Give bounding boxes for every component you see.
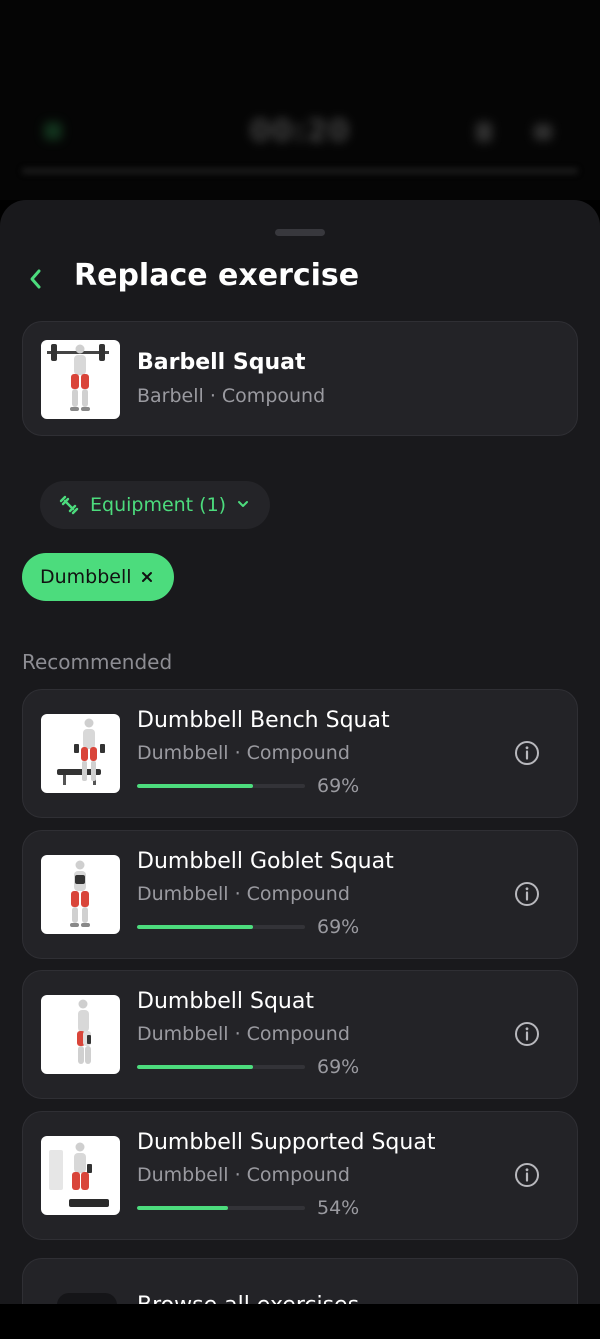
exercise-meta: Dumbbell · Compound bbox=[137, 742, 350, 764]
match-percentage: 69% bbox=[317, 916, 360, 938]
filter-chip-label: Dumbbell bbox=[40, 566, 132, 588]
match-progress-fill bbox=[137, 1065, 253, 1069]
browse-icon bbox=[57, 1293, 117, 1304]
match-percentage: 69% bbox=[317, 1056, 360, 1078]
equipment-filter-button[interactable]: Equipment (1) bbox=[40, 481, 271, 529]
match-progress-fill bbox=[137, 1206, 228, 1210]
equipment-filter-label: Equipment (1) bbox=[90, 494, 227, 516]
browse-all-label: Browse all exercises bbox=[137, 1293, 359, 1304]
exercise-list-item[interactable]: Dumbbell Goblet Squat Dumbbell · Compoun… bbox=[22, 830, 578, 959]
sheet-title: Replace exercise bbox=[74, 258, 360, 293]
exercise-thumbnail bbox=[41, 714, 120, 793]
dumbbell-icon bbox=[59, 495, 79, 515]
info-circle-icon[interactable] bbox=[514, 881, 540, 907]
exercise-list-item[interactable]: Dumbbell Bench Squat Dumbbell · Compound… bbox=[22, 689, 578, 818]
exercise-name: Dumbbell Supported Squat bbox=[137, 1130, 436, 1155]
exercise-name: Dumbbell Bench Squat bbox=[137, 708, 390, 733]
chevron-down-icon bbox=[238, 501, 249, 507]
exercise-name: Dumbbell Goblet Squat bbox=[137, 849, 394, 874]
exercise-meta: Barbell · Compound bbox=[137, 385, 326, 407]
bottom-system-bar bbox=[0, 1304, 600, 1339]
dumbbell-filter-chip[interactable]: Dumbbell bbox=[22, 553, 174, 601]
match-progress-bar bbox=[137, 1065, 305, 1069]
match-percentage: 69% bbox=[317, 775, 360, 797]
background-workout-header: 00:20 bbox=[0, 0, 600, 200]
workout-timer: 00:20 bbox=[249, 114, 351, 149]
exercise-name: Barbell Squat bbox=[137, 350, 306, 375]
replace-exercise-sheet: Replace exercise Barbell Squat Barbell ·… bbox=[0, 200, 600, 1304]
exercise-thumbnail bbox=[41, 340, 120, 419]
match-progress-fill bbox=[137, 784, 253, 788]
close-icon[interactable] bbox=[140, 570, 154, 584]
match-progress-bar bbox=[137, 1206, 305, 1210]
exercise-thumbnail bbox=[41, 1136, 120, 1215]
exercise-thumbnail bbox=[41, 855, 120, 934]
match-progress-bar bbox=[137, 784, 305, 788]
exercise-meta: Dumbbell · Compound bbox=[137, 1023, 350, 1045]
current-exercise-card: Barbell Squat Barbell · Compound bbox=[22, 321, 578, 436]
match-progress-fill bbox=[137, 925, 253, 929]
match-progress-bar bbox=[137, 925, 305, 929]
info-circle-icon[interactable] bbox=[514, 740, 540, 766]
exercise-thumbnail bbox=[41, 995, 120, 1074]
exercise-list-item[interactable]: Dumbbell Supported Squat Dumbbell · Comp… bbox=[22, 1111, 578, 1240]
background-toolbar: 00:20 bbox=[0, 112, 600, 156]
finish-icon bbox=[534, 124, 552, 140]
timer-icon bbox=[476, 122, 492, 142]
exercise-name: Dumbbell Squat bbox=[137, 989, 314, 1014]
info-circle-icon[interactable] bbox=[514, 1162, 540, 1188]
exercise-meta: Dumbbell · Compound bbox=[137, 1164, 350, 1186]
chevron-left-icon bbox=[30, 269, 41, 289]
exercise-list-item[interactable]: Dumbbell Squat Dumbbell · Compound 69% bbox=[22, 970, 578, 1099]
exercise-meta: Dumbbell · Compound bbox=[137, 883, 350, 905]
back-button[interactable] bbox=[22, 264, 48, 294]
background-progress-bar bbox=[22, 168, 578, 174]
browse-all-exercises-card[interactable]: Browse all exercises bbox=[22, 1258, 578, 1304]
drag-handle[interactable] bbox=[275, 229, 325, 236]
match-percentage: 54% bbox=[317, 1197, 360, 1219]
info-circle-icon[interactable] bbox=[514, 1021, 540, 1047]
recommended-heading: Recommended bbox=[22, 650, 173, 674]
